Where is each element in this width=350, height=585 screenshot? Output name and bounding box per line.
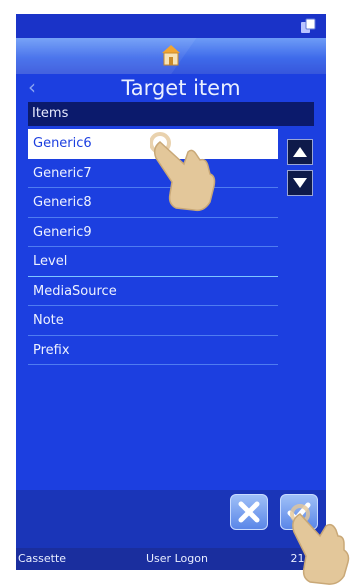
pointing-hand-icon [290, 504, 350, 585]
list-item[interactable]: Level [28, 247, 278, 277]
cancel-button[interactable] [230, 494, 268, 530]
list-item[interactable]: Note [28, 306, 278, 336]
device-screen: ‹ Target item Items Generic6 Generic7 Gene… [16, 14, 326, 570]
footer-left[interactable]: Cassette [18, 548, 66, 570]
back-chevron-icon[interactable]: ‹ [28, 77, 36, 97]
scroll-up-icon [293, 147, 307, 157]
scroll-down-button[interactable] [287, 170, 313, 196]
footer-bar: Cassette User Logon 21 11 [16, 548, 326, 570]
scroll-up-button[interactable] [287, 139, 313, 165]
footer-user-logon[interactable]: User Logon [146, 548, 208, 570]
home-bar [16, 38, 326, 74]
cancel-icon [238, 501, 260, 523]
home-icon[interactable] [161, 44, 181, 66]
title-bar: ‹ Target item [16, 74, 326, 102]
page-title: Target item [121, 76, 241, 100]
pointing-hand-icon [150, 132, 216, 212]
status-icon [301, 18, 316, 33]
list-item[interactable]: Generic9 [28, 218, 278, 247]
scroll-down-icon [293, 178, 307, 188]
list-item[interactable]: MediaSource [28, 277, 278, 306]
status-bar [16, 14, 326, 38]
list-header: Items [28, 102, 314, 126]
list-item[interactable]: Prefix [28, 336, 278, 365]
